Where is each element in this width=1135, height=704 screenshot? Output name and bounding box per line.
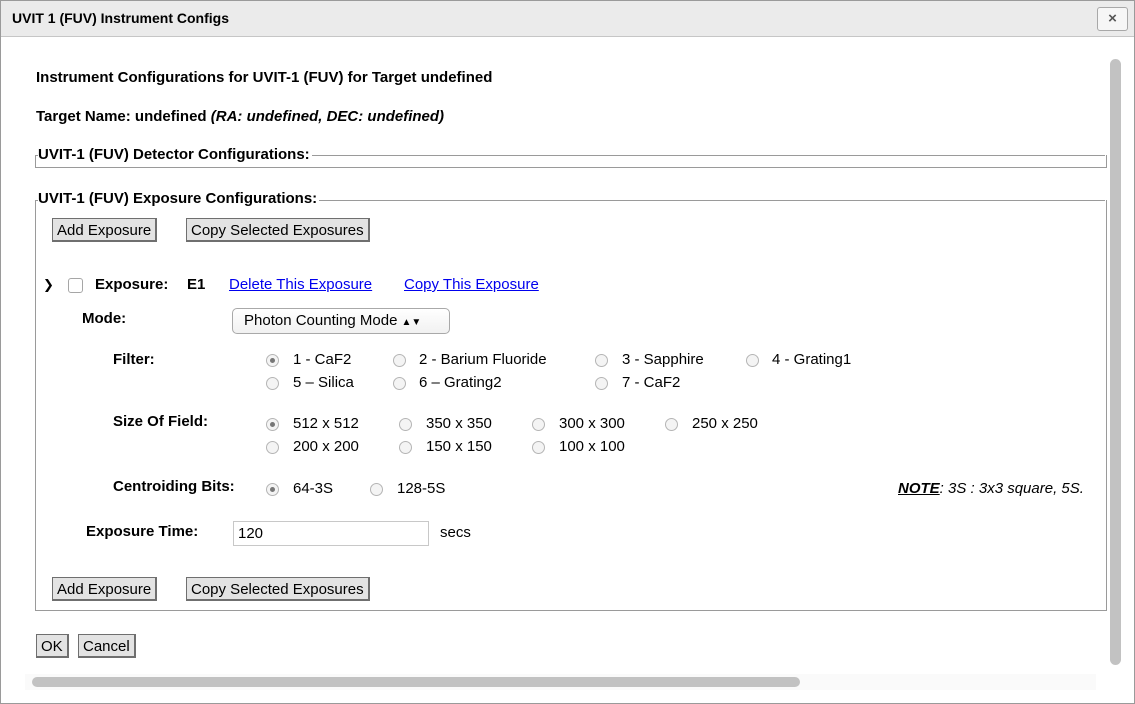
size-option-3: 300 x 300 [559, 415, 625, 432]
collapse-chevron-icon[interactable]: ❯ [43, 277, 54, 293]
exposure-label: Exposure: [95, 276, 169, 293]
dialog-content: Instrument Configurations for UVIT-1 (FU… [1, 37, 1108, 671]
mode-label: Mode: [82, 310, 127, 327]
detector-legend: UVIT-1 (FUV) Detector Configurations: [38, 146, 312, 163]
note-text: : 3S : 3x3 square, 5S. [939, 480, 1084, 497]
filter-radio-6[interactable] [393, 377, 406, 390]
instrument-config-dialog: UVIT 1 (FUV) Instrument Configs × Instru… [0, 0, 1135, 704]
size-option-1: 512 x 512 [293, 415, 359, 432]
size-radio-1[interactable] [266, 418, 279, 431]
copy-exposure-link[interactable]: Copy This Exposure [404, 276, 539, 293]
centroiding-bits-label: Centroiding Bits: [113, 478, 235, 495]
note-head: NOTE [898, 480, 940, 497]
horizontal-scrollbar[interactable] [32, 677, 800, 687]
dialog-titlebar[interactable]: UVIT 1 (FUV) Instrument Configs × [1, 1, 1134, 37]
exposure-legend: UVIT-1 (FUV) Exposure Configurations: [38, 190, 320, 207]
filter-option-7: 7 - CaF2 [622, 374, 681, 391]
size-option-2: 350 x 350 [426, 415, 492, 432]
page-title: Instrument Configurations for UVIT-1 (FU… [36, 69, 493, 86]
add-exposure-button-bottom[interactable]: Add Exposure [52, 577, 158, 601]
dialog-title: UVIT 1 (FUV) Instrument Configs [12, 10, 229, 26]
close-icon: × [1108, 10, 1117, 27]
size-option-4: 250 x 250 [692, 415, 758, 432]
size-radio-3[interactable] [532, 418, 545, 431]
target-name: Target Name: undefined (RA: undefined, D… [36, 108, 444, 125]
filter-option-5: 5 – Silica [293, 374, 354, 391]
filter-radio-2[interactable] [393, 354, 406, 367]
size-option-5: 200 x 200 [293, 438, 359, 455]
filter-radio-3[interactable] [595, 354, 608, 367]
mode-select[interactable]: Photon Counting Mode ▲▼ [232, 308, 450, 334]
exposure-time-input[interactable]: 120 [233, 521, 429, 546]
filter-option-1: 1 - CaF2 [293, 351, 352, 368]
vertical-scrollbar[interactable] [1110, 59, 1121, 665]
size-option-7: 100 x 100 [559, 438, 625, 455]
centroid-option-1: 64-3S [293, 480, 334, 497]
ok-button[interactable]: OK [36, 634, 69, 658]
mode-select-value: Photon Counting Mode [244, 312, 398, 329]
exposure-time-unit: secs [440, 524, 471, 541]
centroid-radio-2[interactable] [370, 483, 383, 496]
target-coords: (RA: undefined, DEC: undefined) [210, 108, 445, 125]
size-radio-4[interactable] [665, 418, 678, 431]
filter-option-3: 3 - Sapphire [622, 351, 704, 368]
cancel-button[interactable]: Cancel [78, 634, 136, 658]
size-option-6: 150 x 150 [426, 438, 492, 455]
copy-selected-exposures-button-bottom[interactable]: Copy Selected Exposures [186, 577, 370, 601]
size-radio-5[interactable] [266, 441, 279, 454]
filter-radio-4[interactable] [746, 354, 759, 367]
copy-selected-exposures-button-top[interactable]: Copy Selected Exposures [186, 218, 370, 242]
filter-radio-1[interactable] [266, 354, 279, 367]
filter-option-2: 2 - Barium Fluoride [419, 351, 547, 368]
size-of-field-label: Size Of Field: [113, 413, 209, 430]
filter-radio-7[interactable] [595, 377, 608, 390]
delete-exposure-link[interactable]: Delete This Exposure [229, 276, 372, 293]
exposure-fieldset [35, 200, 1107, 611]
filter-option-4: 4 - Grating1 [772, 351, 852, 368]
exposure-id: E1 [187, 276, 206, 293]
exposure-select-checkbox[interactable] [68, 278, 83, 293]
close-button[interactable]: × [1097, 7, 1128, 31]
size-radio-2[interactable] [399, 418, 412, 431]
select-arrows-icon: ▲▼ [401, 317, 422, 328]
size-radio-6[interactable] [399, 441, 412, 454]
filter-radio-5[interactable] [266, 377, 279, 390]
filter-option-6: 6 – Grating2 [419, 374, 502, 391]
centroid-radio-1[interactable] [266, 483, 279, 496]
filter-label: Filter: [113, 351, 155, 368]
centroid-option-2: 128-5S [397, 480, 446, 497]
centroid-note: NOTE: 3S : 3x3 square, 5S. [898, 480, 1084, 497]
add-exposure-button-top[interactable]: Add Exposure [52, 218, 158, 242]
target-name-label: Target Name: undefined [36, 108, 207, 125]
exposure-time-label: Exposure Time: [86, 523, 199, 540]
size-radio-7[interactable] [532, 441, 545, 454]
